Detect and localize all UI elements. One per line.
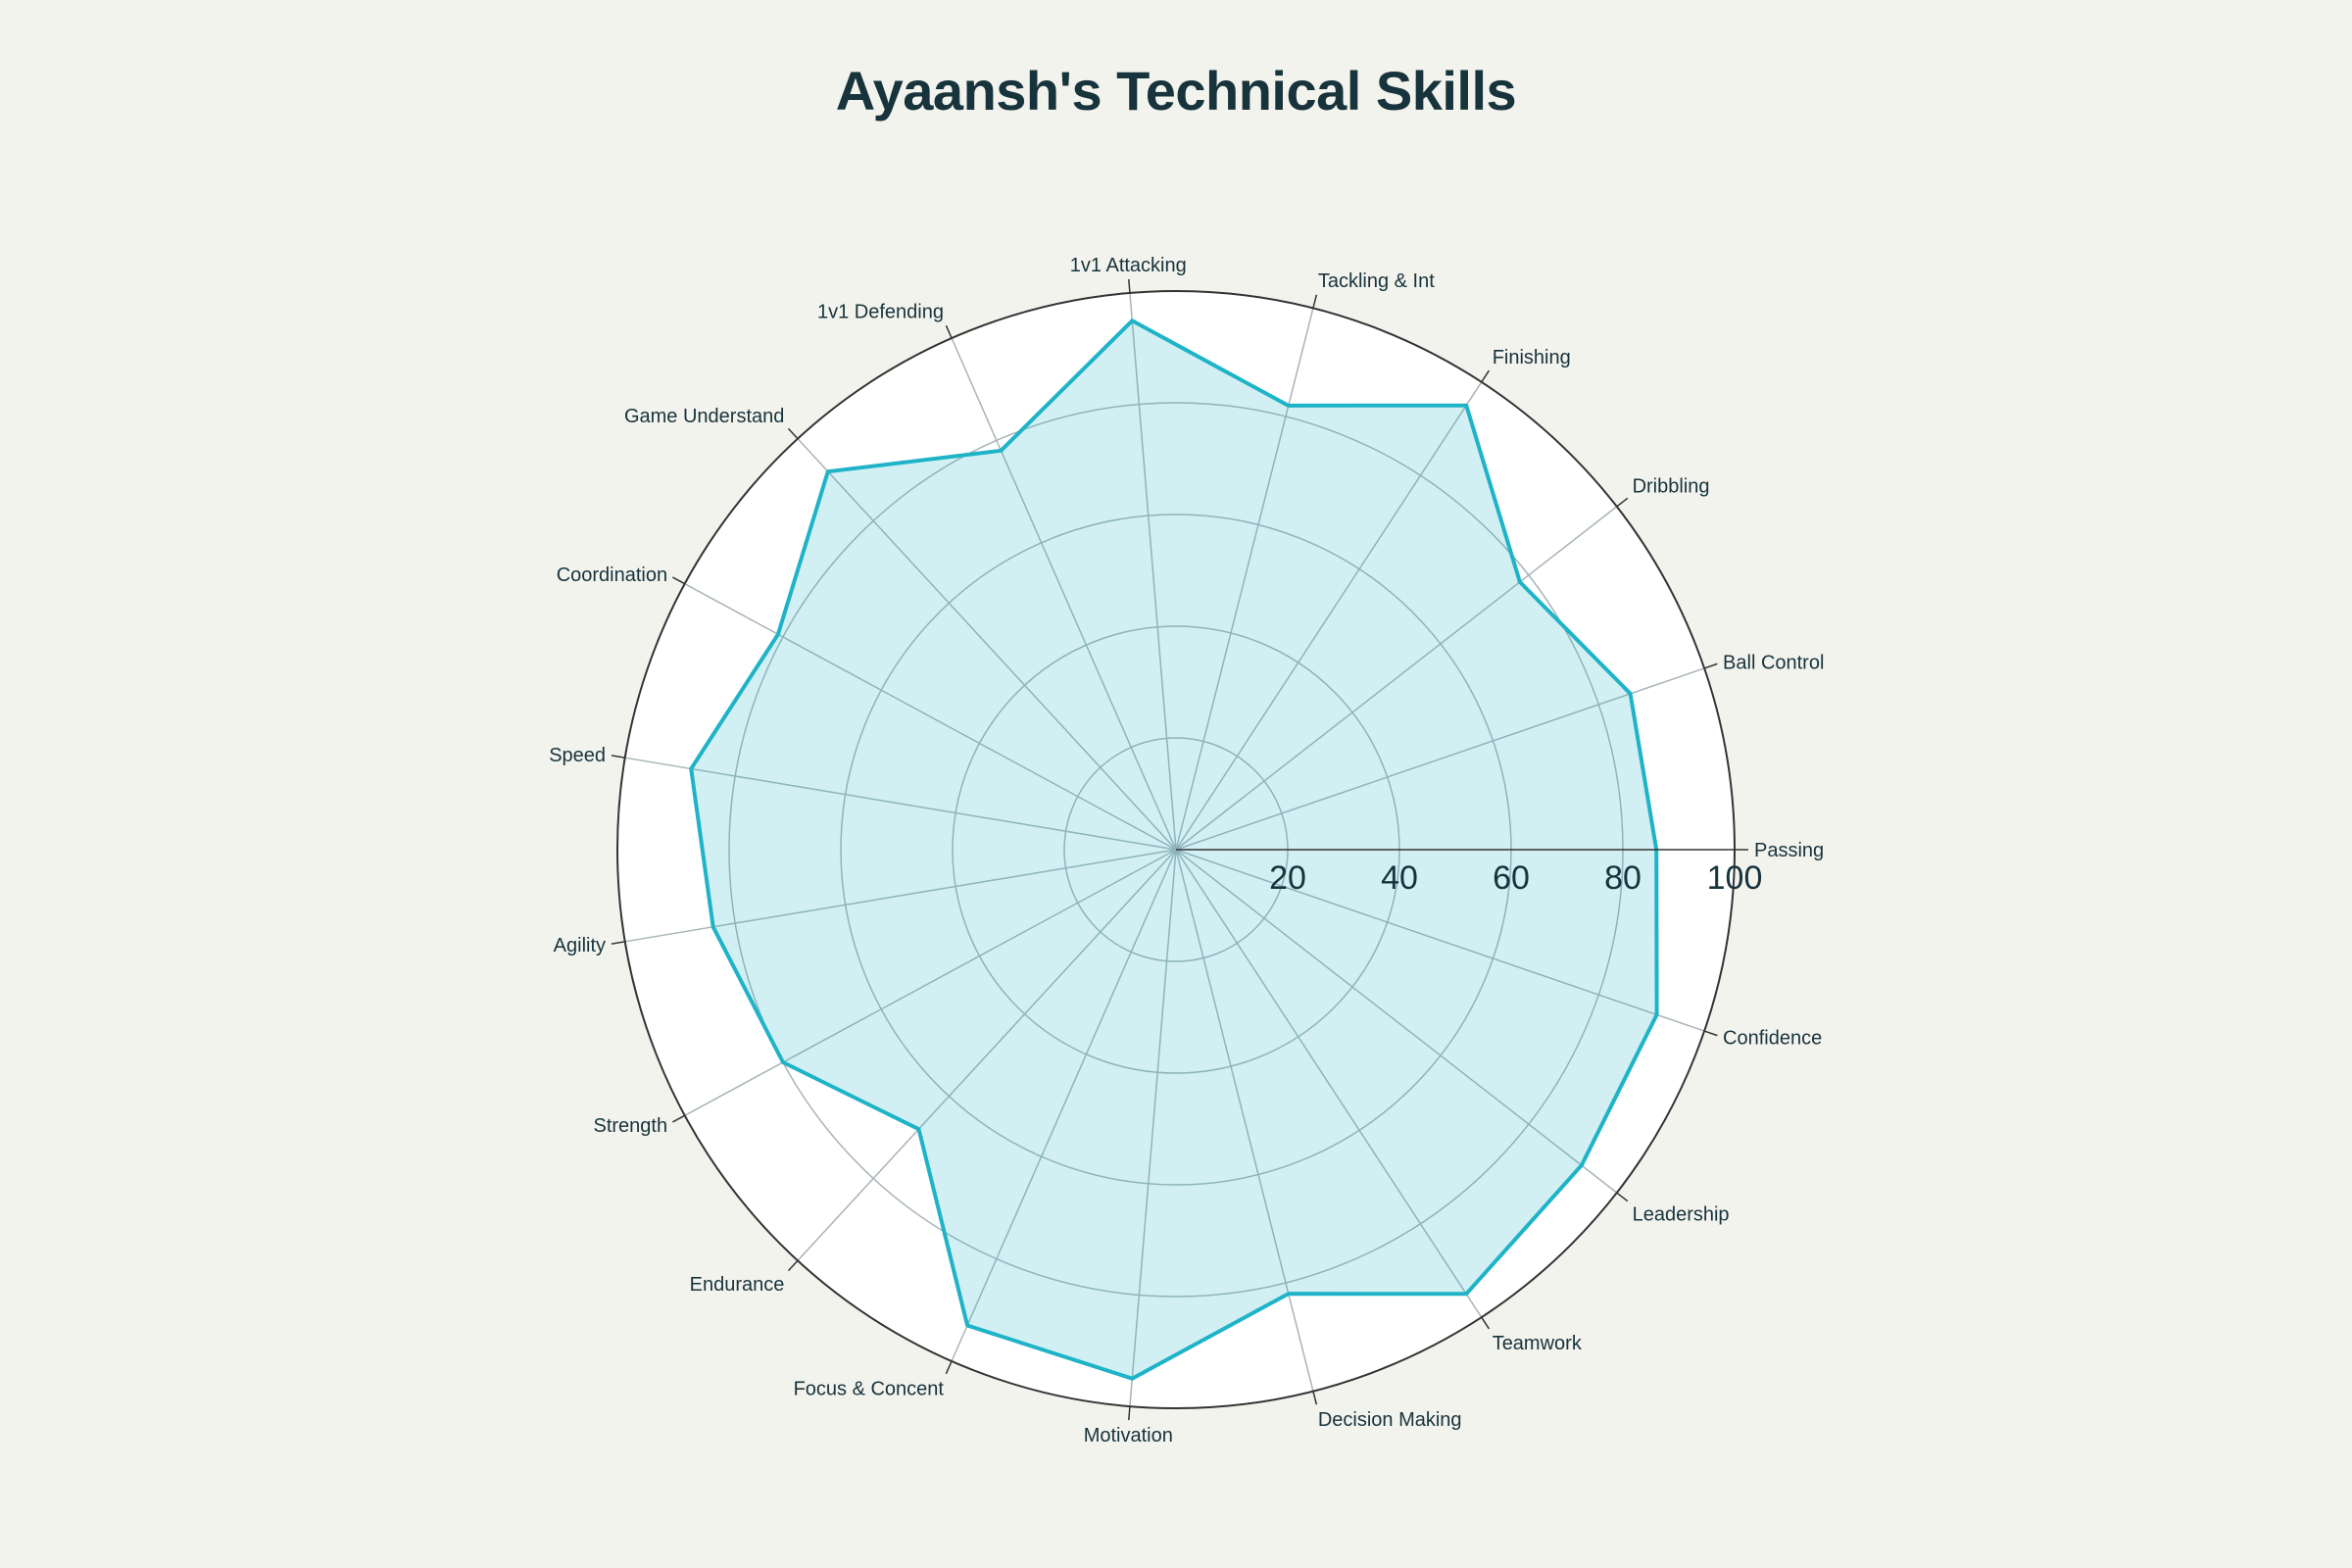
radial-tick-label-100: 100: [1707, 859, 1763, 897]
angular-tick-1: [1703, 662, 1718, 669]
angular-tick-6: [945, 324, 953, 339]
angular-tick-18: [1703, 1030, 1718, 1037]
category-label-5: 1v1 Attacking: [1070, 255, 1187, 276]
category-label-9: Speed: [549, 745, 606, 766]
category-label-18: Confidence: [1723, 1028, 1822, 1050]
category-label-8: Coordination: [557, 564, 667, 586]
angular-tick-12: [787, 1259, 799, 1272]
category-label-11: Strength: [594, 1115, 668, 1137]
radial-tick-label-60: 60: [1493, 859, 1530, 897]
angular-tick-14: [1128, 1405, 1131, 1421]
radial-tick-label-40: 40: [1381, 859, 1418, 897]
angular-tick-3: [1481, 369, 1491, 383]
radial-tick-label-20: 20: [1269, 859, 1306, 897]
category-label-14: Motivation: [1084, 1425, 1173, 1446]
angular-tick-7: [787, 427, 799, 440]
category-label-0: Passing: [1754, 840, 1824, 861]
angular-tick-8: [672, 576, 686, 585]
angular-tick-15: [1312, 1391, 1318, 1405]
angular-tick-5: [1128, 278, 1131, 294]
category-label-10: Agility: [554, 935, 606, 956]
category-label-1: Ball Control: [1723, 652, 1824, 673]
angular-tick-9: [611, 755, 625, 759]
angular-tick-17: [1616, 1192, 1629, 1202]
category-label-6: 1v1 Defending: [817, 302, 944, 323]
category-label-13: Focus & Concent: [794, 1378, 945, 1399]
angular-tick-13: [945, 1360, 953, 1375]
category-label-3: Finishing: [1493, 347, 1571, 368]
radar-chart: 20 40 60 80 100 Passing Ball Control Dribbling…: [549, 255, 1824, 1446]
category-label-7: Game Understand: [624, 406, 784, 427]
angular-tick-16: [1481, 1316, 1491, 1330]
category-label-4: Tackling & Int: [1318, 270, 1435, 292]
category-label-16: Teamwork: [1493, 1333, 1583, 1354]
category-label-12: Endurance: [690, 1274, 785, 1296]
radial-tick-label-80: 80: [1604, 859, 1642, 897]
angular-tick-2: [1616, 497, 1629, 508]
angular-tick-10: [611, 941, 625, 945]
chart-root: Ayaansh's Technical Skills 20 40 60 80 100 P…: [0, 0, 2352, 1568]
angular-tick-4: [1312, 294, 1318, 309]
category-label-2: Dribbling: [1633, 476, 1710, 498]
category-label-17: Leadership: [1633, 1203, 1730, 1225]
category-label-15: Decision Making: [1318, 1409, 1462, 1431]
angular-tick-11: [672, 1114, 686, 1123]
